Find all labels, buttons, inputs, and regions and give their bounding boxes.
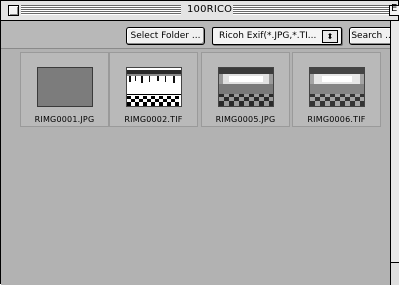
file-tile[interactable]: RIMG0001.JPG <box>20 52 109 127</box>
toolbar: Select Folder ... Ricoh Exif(*.JPG,*.TI.… <box>1 21 396 49</box>
file-name: RIMG0002.TIF <box>124 115 183 124</box>
file-type-filter-value: Ricoh Exif(*.JPG,*.TI... <box>219 31 317 41</box>
title-stripes-right <box>233 5 389 15</box>
image-thumbnail <box>218 67 274 107</box>
image-thumbnail <box>126 67 182 107</box>
file-tile[interactable]: RIMG0002.TIF <box>109 52 198 127</box>
browser-window: 100RICOH Select Folder ... Ricoh Exif(*.… <box>0 0 399 285</box>
select-arrows-icon: ⬍ <box>322 30 338 43</box>
file-tile[interactable]: RIMG0005.JPG <box>201 52 290 127</box>
file-name: RIMG0005.JPG <box>215 115 276 124</box>
select-folder-button[interactable]: Select Folder ... <box>126 27 205 45</box>
file-type-filter-select[interactable]: Ricoh Exif(*.JPG,*.TI... ⬍ <box>212 27 342 45</box>
image-thumbnail <box>309 67 365 107</box>
file-name: RIMG0001.JPG <box>34 115 95 124</box>
file-name: RIMG0006.TIF <box>307 115 366 124</box>
vertical-scrollbar[interactable] <box>390 21 399 285</box>
search-button[interactable]: Search ... <box>349 27 396 45</box>
scroll-arrows-icon[interactable] <box>391 262 399 285</box>
zoom-box-icon[interactable] <box>389 3 399 16</box>
close-box-icon[interactable] <box>8 5 19 16</box>
thumbnail-grid: RIMG0001.JPG RIMG0002.TIF RIMG0005.JPG R… <box>1 49 390 285</box>
title-bar[interactable]: 100RICOH <box>1 1 399 21</box>
file-tile[interactable]: RIMG0006.TIF <box>292 52 381 127</box>
image-thumbnail <box>37 67 93 107</box>
title-stripes-left <box>21 5 181 15</box>
